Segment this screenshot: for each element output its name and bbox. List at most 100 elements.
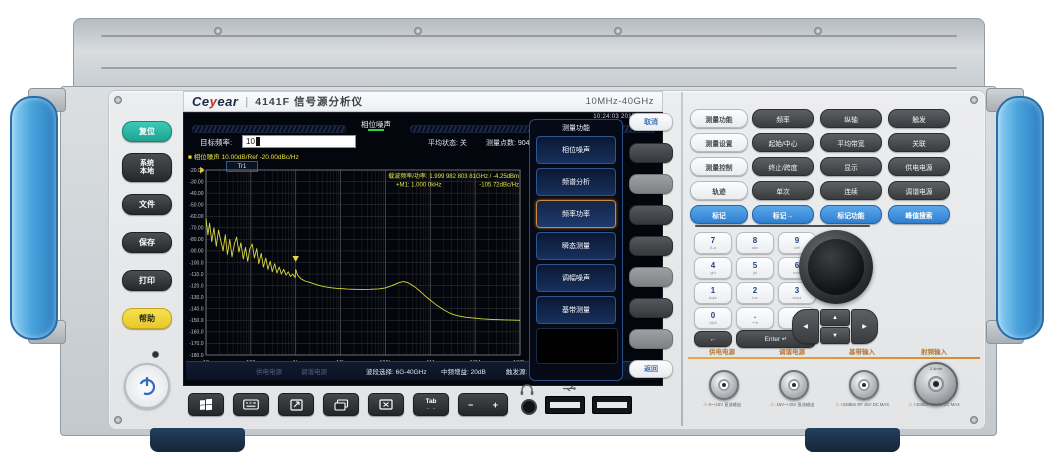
save-button[interactable]: 保存 xyxy=(122,232,172,253)
blank-softkey[interactable] xyxy=(629,267,673,287)
usb-port[interactable] xyxy=(592,396,632,414)
menu-item-transient-meas[interactable]: 瞬态测量 xyxy=(536,232,616,260)
marker-to-key[interactable]: 标记→ xyxy=(752,205,814,224)
frequency-key[interactable]: 频率 xyxy=(752,109,814,128)
stop-span-key[interactable]: 终止/跨度 xyxy=(752,157,814,176)
supply-power-port[interactable] xyxy=(709,370,739,400)
menu-item-spectrum-analysis[interactable]: 频谱分析 xyxy=(536,168,616,196)
key-2[interactable]: 2tuv xyxy=(736,282,774,304)
continuous-key[interactable]: 连续 xyxy=(820,181,882,200)
menu-item-am-noise[interactable]: 调幅噪声 xyxy=(536,264,616,292)
marker-key[interactable]: 标记 xyxy=(690,205,748,224)
supply-power-port-spec: ⚠0~+16V 直流输出 xyxy=(684,402,760,408)
target-frequency-input[interactable]: 10 xyxy=(242,135,356,148)
blank-softkey[interactable] xyxy=(629,298,673,318)
file-button[interactable]: 文件 xyxy=(122,194,172,215)
avg-bandwidth-key[interactable]: 平均带宽 xyxy=(820,133,882,152)
menu-item-freq-power[interactable]: 频率功率 xyxy=(536,200,616,228)
screw xyxy=(114,96,122,104)
trace-key[interactable]: 轨迹 xyxy=(690,181,748,200)
blank-softkey[interactable] xyxy=(629,174,673,194)
power-icon xyxy=(136,375,158,397)
window-switch-icon xyxy=(334,399,349,411)
vertical-axis-key[interactable]: 纵轴 xyxy=(820,109,882,128)
meas-control-key[interactable]: 测量控制 xyxy=(690,157,748,176)
close-window-key[interactable] xyxy=(368,393,404,416)
left-handle[interactable] xyxy=(10,96,58,340)
key-8[interactable]: 8abc xyxy=(736,232,774,254)
keypad-divider xyxy=(695,225,870,227)
y-tick: -30.00 xyxy=(189,179,203,185)
arrow-up-key[interactable]: ▲ xyxy=(820,309,850,326)
arrow-right-key[interactable]: ▶ xyxy=(851,309,878,344)
tune-voltage-port[interactable] xyxy=(779,370,809,400)
key-7[interactable]: 7A-a xyxy=(694,232,732,254)
blank-softkey[interactable] xyxy=(629,143,673,163)
status-item: 波段选择: 6G-40GHz xyxy=(366,366,427,376)
key-4[interactable]: 4ghi xyxy=(694,257,732,279)
target-frequency-label: 目标频率: xyxy=(200,137,232,148)
status-item: 调谐电源 xyxy=(301,366,327,376)
nameplate-divider: | xyxy=(245,96,248,108)
blank-softkey[interactable] xyxy=(629,329,673,349)
reset-button[interactable]: 复位 xyxy=(122,121,172,142)
supply-power-key[interactable]: 供电电源 xyxy=(888,157,950,176)
marker-function-key[interactable]: 标记功能 xyxy=(820,205,882,224)
window-switch-key[interactable] xyxy=(323,393,359,416)
baseband-input-port[interactable] xyxy=(849,370,879,400)
key-1[interactable]: 1pqrs xyxy=(694,282,732,304)
cancel-softkey[interactable]: 取消 xyxy=(629,113,673,131)
headphone-jack[interactable] xyxy=(521,399,537,415)
volume-rocker[interactable]: −+ xyxy=(458,393,508,416)
rotary-knob[interactable] xyxy=(808,239,864,295)
menu-title: 测量功能 xyxy=(530,123,622,133)
tune-voltage-key[interactable]: 调谐电源 xyxy=(888,181,950,200)
correlation-key[interactable]: 关联 xyxy=(888,133,950,152)
trace-info: ■ 相位噪声 10.00dB/Ref -20.00dBc/Hz xyxy=(188,151,299,161)
blank-softkey[interactable] xyxy=(629,236,673,256)
peak-search-key[interactable]: 峰值搜索 xyxy=(888,205,950,224)
keyboard-icon xyxy=(243,399,259,410)
supply-power-port-label: 供电电源 xyxy=(690,346,754,356)
menu-item-baseband-meas[interactable]: 基带测量 xyxy=(536,296,616,324)
status-item: 中频增益: 20dB xyxy=(441,366,486,376)
trigger-key[interactable]: 触发 xyxy=(888,109,950,128)
meas-setup-key[interactable]: 测量设置 xyxy=(690,133,748,152)
windows-key[interactable] xyxy=(188,393,224,416)
right-handle[interactable] xyxy=(996,96,1044,340)
single-key[interactable]: 单次 xyxy=(752,181,814,200)
meas-function-key[interactable]: 测量功能 xyxy=(690,109,748,128)
display-key[interactable]: 显示 xyxy=(820,157,882,176)
menu-item-phase-noise[interactable]: 相位噪声 xyxy=(536,136,616,164)
menu-empty-slot xyxy=(536,328,618,364)
usb-port[interactable] xyxy=(545,396,585,414)
arrow-left-key[interactable]: ◀ xyxy=(792,309,819,344)
screw xyxy=(614,27,622,35)
baseband-input-port-label: 基带输入 xyxy=(830,346,894,356)
key-0[interactable]: 0!@& xyxy=(694,307,732,329)
power-button[interactable] xyxy=(124,363,170,409)
average-status: 平均状态: 关 xyxy=(428,138,467,148)
brand-logo: Ceyear xyxy=(192,94,238,109)
blank-softkey[interactable] xyxy=(629,205,673,225)
key-dot[interactable]: .+*# xyxy=(736,307,774,329)
print-button[interactable]: 打印 xyxy=(122,270,172,291)
screw xyxy=(214,27,222,35)
top-groove xyxy=(101,35,956,37)
back-softkey[interactable]: 返回 xyxy=(629,360,673,378)
key-5[interactable]: 5jkl xyxy=(736,257,774,279)
arrow-down-key[interactable]: ▼ xyxy=(820,327,850,344)
help-button[interactable]: 帮助 xyxy=(122,308,172,329)
y-tick: -140.0 xyxy=(189,307,203,313)
start-center-key[interactable]: 起始/中心 xyxy=(752,133,814,152)
front-foot xyxy=(805,428,900,452)
y-tick: -100.0 xyxy=(189,260,203,266)
keyboard-key[interactable] xyxy=(233,393,269,416)
rf-input-port[interactable]: 2.4mm xyxy=(914,362,958,406)
tab-key[interactable]: Tab← → xyxy=(413,393,449,416)
system-local-button[interactable]: 系统本地 xyxy=(122,153,172,182)
chassis-top-cover xyxy=(73,18,985,92)
backspace-key[interactable]: ← xyxy=(694,331,732,347)
close-window-icon xyxy=(379,399,393,410)
resize-key[interactable] xyxy=(278,393,314,416)
